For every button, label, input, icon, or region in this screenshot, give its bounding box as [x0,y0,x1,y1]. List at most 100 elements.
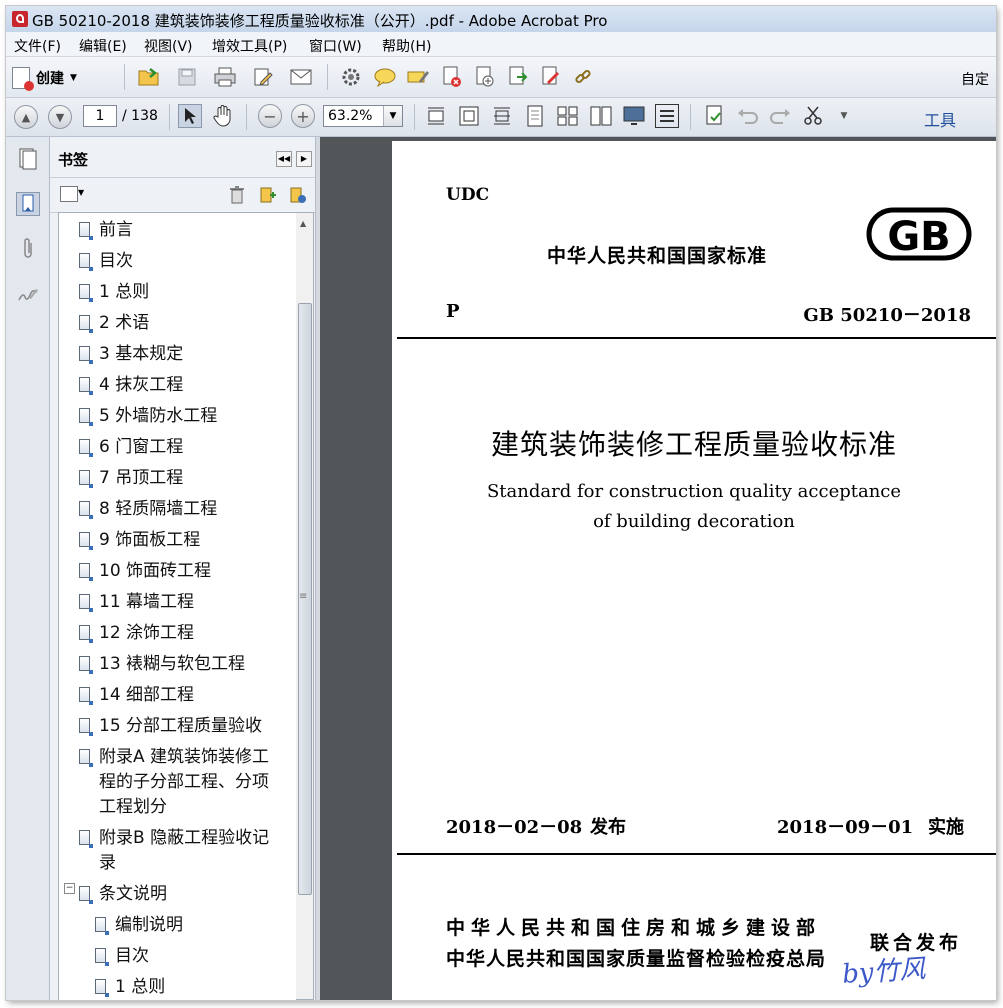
bookmark-icon [79,377,93,395]
bookmark-item[interactable]: 目次 [95,944,149,969]
bookmark-item[interactable]: 1 总则 [79,280,149,305]
bookmark-item[interactable]: 5 外墙防水工程 [79,404,217,429]
menu-file[interactable]: 文件(F) [14,36,61,56]
bookmark-item[interactable]: 6 门窗工程 [79,435,183,460]
bookmark-item[interactable]: 编制说明 [95,913,183,938]
bookmark-item[interactable]: 7 吊顶工程 [79,466,183,491]
bookmarks-panel-icon[interactable] [16,192,40,216]
comment-icon[interactable] [373,65,397,89]
bookmark-item[interactable]: 10 饰面砖工程 [79,559,211,584]
bookmark-properties-icon[interactable] [286,183,310,207]
more-tools-chevron-icon[interactable]: ▼ [832,104,856,128]
bookmark-item[interactable]: 前言 [79,218,133,243]
bookmark-item[interactable]: 12 涂饰工程 [79,621,194,646]
edit-icon[interactable] [251,65,275,89]
page-thumbnails-icon[interactable] [16,147,40,171]
spell-check-icon[interactable] [703,104,727,128]
bookmark-item[interactable]: 条文说明 [79,882,167,907]
bookmark-icon [79,563,93,581]
undo-icon[interactable] [736,104,760,128]
menu-plugins[interactable]: 增效工具(P) [212,36,287,56]
fit-width-icon[interactable] [424,104,448,128]
bookmarks-tree: 前言 目次 1 总则 2 术语 3 基本规定 4 抹灰工程 5 外墙防水工程 6… [58,212,298,1000]
divider [397,337,996,339]
create-button[interactable]: 创建 ▼ [12,66,77,91]
link-icon[interactable] [571,65,595,89]
collapse-panel-icon[interactable]: ◀◀ [276,151,292,167]
two-page-icon[interactable] [589,104,613,128]
highlight-icon[interactable] [406,65,430,89]
menu-edit[interactable]: 编辑(E) [79,36,127,56]
bookmarks-scrollbar[interactable]: ▲ ≡ [296,212,314,1000]
bookmark-item[interactable]: 11 幕墙工程 [79,590,194,615]
chevron-down-icon[interactable]: ▼ [78,188,84,197]
menu-window[interactable]: 窗口(W) [309,36,362,56]
print-icon[interactable] [213,65,237,89]
delete-bookmark-icon[interactable] [225,183,249,207]
create-label: 创建 [36,71,64,87]
expand-panel-icon[interactable]: ▶ [296,151,312,167]
bookmark-item[interactable]: 目次 [79,249,133,274]
zoom-value: 63.2% [328,108,373,124]
redo-icon[interactable] [768,104,792,128]
new-bookmark-icon[interactable] [256,183,280,207]
bookmark-item[interactable]: 13 裱糊与软包工程 [79,652,245,677]
email-icon[interactable] [289,65,313,89]
bookmark-icon [95,917,109,935]
full-screen-icon[interactable] [622,104,646,128]
bookmark-item[interactable]: 14 细部工程 [79,683,194,708]
bookmark-item[interactable]: 3 基本规定 [79,342,183,367]
issuer-ministry: 中华人民共和国住房和城乡建设部 [446,917,822,939]
open-folder-icon[interactable] [137,65,161,89]
gb-logo-text: GB [887,214,950,260]
bookmark-item[interactable]: 1 总则 [95,975,165,1000]
delete-page-icon[interactable] [440,65,464,89]
sign-icon[interactable] [539,65,563,89]
document-viewer: UDC 中华人民共和国国家标准 GB P GB 50210－2018 建筑装饰装… [320,137,996,1000]
bookmark-icon [79,656,93,674]
bookmark-icon [79,284,93,302]
scissors-icon[interactable] [801,104,825,128]
options-menu-icon[interactable] [60,186,78,202]
tools-pane-button[interactable]: 工具 [924,107,956,131]
export-icon[interactable] [473,65,497,89]
bookmark-item[interactable]: 2 术语 [79,311,149,336]
fit-page-icon[interactable] [457,104,481,128]
chevron-down-icon[interactable]: ▼ [383,106,402,126]
bookmark-item[interactable]: 附录B 隐蔽工程验收记 录 [79,826,269,876]
select-tool-icon[interactable] [178,104,202,128]
bookmark-item[interactable]: 4 抹灰工程 [79,373,183,398]
zoom-in-button[interactable]: + [291,104,315,128]
udc-label: UDC [446,185,490,205]
bookmark-item[interactable]: 附录A 建筑装饰装修工 程的子分部工程、分项 工程划分 [79,745,269,820]
toolbar-separator [169,104,170,130]
extract-icon[interactable] [506,65,530,89]
menu-help[interactable]: 帮助(H) [382,36,431,56]
issuer-administration: 中华人民共和国国家质量监督检验检疫总局 [446,948,827,970]
collapse-toggle[interactable]: − [64,883,75,894]
menu-view[interactable]: 视图(V) [144,36,193,56]
bookmark-item[interactable]: 9 饰面板工程 [79,528,200,553]
reading-mode-icon[interactable] [655,104,679,128]
save-icon[interactable] [175,65,199,89]
settings-icon[interactable] [339,65,363,89]
attachments-icon[interactable] [16,237,40,261]
bookmarks-toolbar: ▼ [50,178,315,213]
zoom-out-button[interactable]: − [258,104,282,128]
watermark-signature: by竹风 [841,954,927,990]
customize-label[interactable]: 自定 [961,69,989,89]
single-page-icon[interactable] [523,104,547,128]
page-total: / 138 [122,108,158,124]
bookmark-item[interactable]: 8 轻质隔墙工程 [79,497,217,522]
hand-tool-icon[interactable] [211,104,235,128]
previous-page-button[interactable]: ▲ [14,105,38,129]
scroll-up-icon[interactable]: ▲ [300,219,306,228]
signatures-icon[interactable] [16,282,40,306]
zoom-select[interactable]: 63.2% ▼ [323,105,403,127]
next-page-button[interactable]: ▼ [48,105,72,129]
bookmark-icon [79,625,93,643]
two-page-scroll-icon[interactable] [556,104,580,128]
bookmark-item[interactable]: 15 分部工程质量验收 [79,714,262,739]
actual-size-icon[interactable] [490,104,514,128]
page-number-input[interactable] [83,105,117,127]
